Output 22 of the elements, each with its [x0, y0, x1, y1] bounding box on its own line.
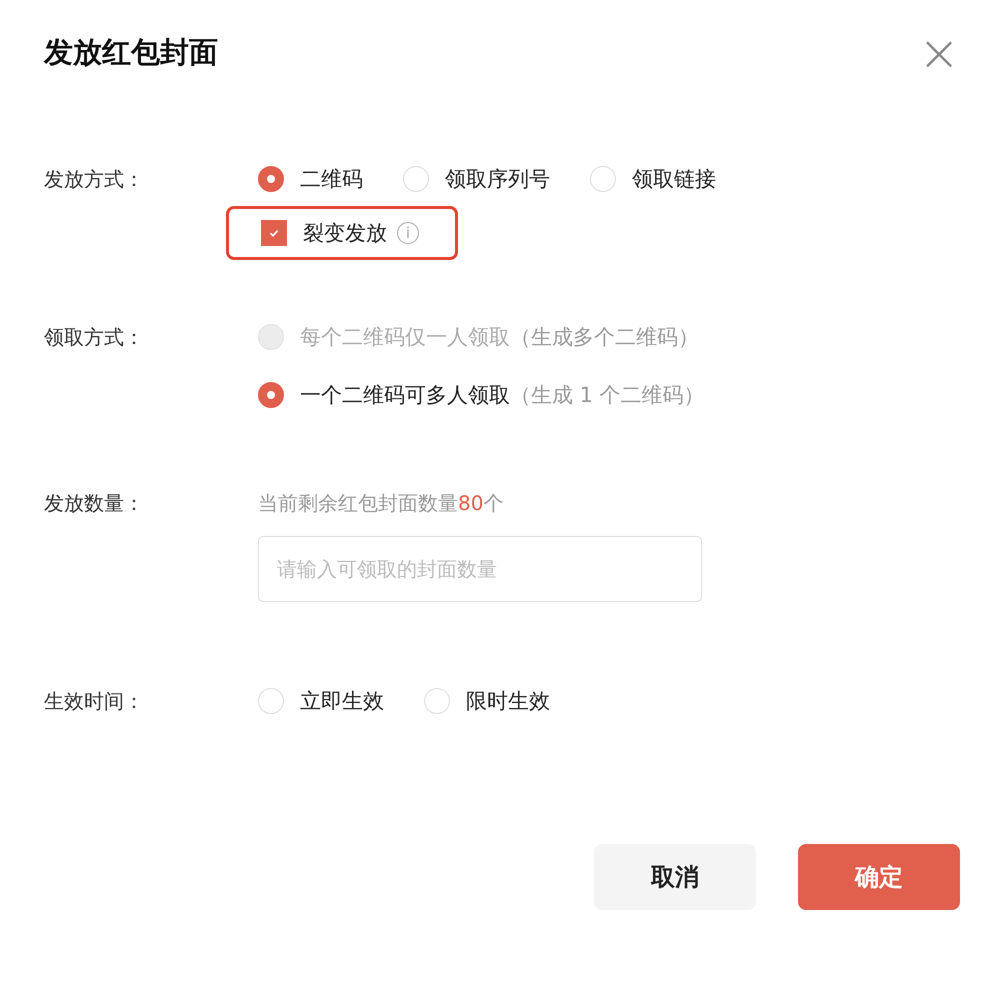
field-label: 生效时间： — [44, 688, 145, 715]
dialog-title: 发放红包封面 — [44, 34, 218, 71]
quantity-input[interactable]: 请输入可领取的封面数量 — [258, 536, 702, 602]
option-label[interactable]: 领取序列号 — [445, 165, 550, 193]
field-label: 发放数量： — [44, 490, 145, 517]
radio-button[interactable] — [258, 382, 284, 408]
option-label[interactable]: 二维码 — [300, 165, 363, 193]
checkbox[interactable] — [261, 220, 287, 246]
check-icon — [268, 227, 280, 239]
option-label: 每个二维码仅一人领取（生成多个二维码） — [300, 324, 699, 351]
confirm-button[interactable]: 确定 — [798, 844, 960, 910]
field-label: 发放方式： — [44, 166, 145, 193]
close-button[interactable]: × — [918, 33, 960, 73]
radio-button[interactable] — [258, 166, 284, 192]
option-label[interactable]: 限时生效 — [466, 687, 550, 715]
checkbox-label[interactable]: 裂变发放 — [303, 219, 387, 247]
option-label[interactable]: 立即生效 — [300, 687, 384, 715]
remaining-count-text: 当前剩余红包封面数量80个 — [258, 490, 504, 517]
option-label[interactable]: 领取链接 — [632, 165, 716, 193]
option-label[interactable]: 一个二维码可多人领取（生成 1 个二维码） — [300, 381, 705, 409]
cancel-button[interactable]: 取消 — [594, 844, 756, 910]
field-label: 领取方式： — [44, 324, 145, 351]
